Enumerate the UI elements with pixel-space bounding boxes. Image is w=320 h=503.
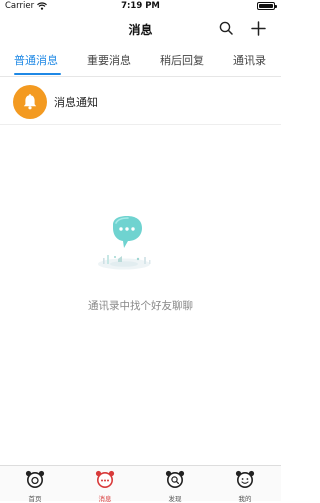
status-time: 7:19 PM — [121, 1, 160, 11]
tab-normal-messages[interactable]: 普通消息 — [14, 52, 58, 68]
tab-reply-later[interactable]: 稍后回复 — [160, 52, 204, 68]
chat-icon — [95, 470, 115, 488]
tabbar-home-label: 首页 — [28, 495, 42, 503]
search-button[interactable] — [217, 19, 235, 37]
bottom-tab-bar: 首页 消息 发现 我的 — [0, 465, 281, 503]
tabbar-profile-label: 我的 — [238, 495, 252, 503]
active-tab-indicator — [14, 73, 61, 75]
add-button[interactable] — [249, 19, 267, 37]
battery-icon — [257, 2, 277, 10]
nav-bar: 消息 — [0, 14, 281, 44]
notification-label: 消息通知 — [54, 96, 98, 109]
search-icon — [219, 21, 233, 35]
tabbar-messages[interactable]: 消息 — [85, 470, 125, 503]
tabbar-discover[interactable]: 发现 — [155, 470, 195, 503]
page-title: 消息 — [128, 23, 153, 37]
message-tabs: 普通消息 重要消息 稍后回复 通讯录 — [0, 46, 281, 77]
plus-icon — [250, 20, 266, 36]
tab-important-messages[interactable]: 重要消息 — [87, 52, 131, 68]
notification-row[interactable]: 消息通知 — [0, 80, 281, 125]
home-icon — [25, 470, 45, 488]
empty-state-illustration — [94, 215, 158, 275]
notification-avatar — [13, 85, 47, 119]
status-bar: Carrier 7:19 PM — [0, 0, 281, 14]
tabbar-messages-label: 消息 — [98, 495, 112, 503]
tab-contacts[interactable]: 通讯录 — [233, 52, 266, 68]
chat-bubble-illustration — [98, 216, 151, 270]
bell-icon — [23, 94, 37, 110]
tabbar-home[interactable]: 首页 — [15, 470, 55, 503]
profile-icon — [235, 470, 255, 488]
empty-state-message: 通讯录中找个好友聊聊 — [88, 300, 193, 312]
tabbar-discover-label: 发现 — [168, 495, 182, 503]
discover-icon — [165, 470, 185, 488]
tabbar-profile[interactable]: 我的 — [225, 470, 265, 503]
